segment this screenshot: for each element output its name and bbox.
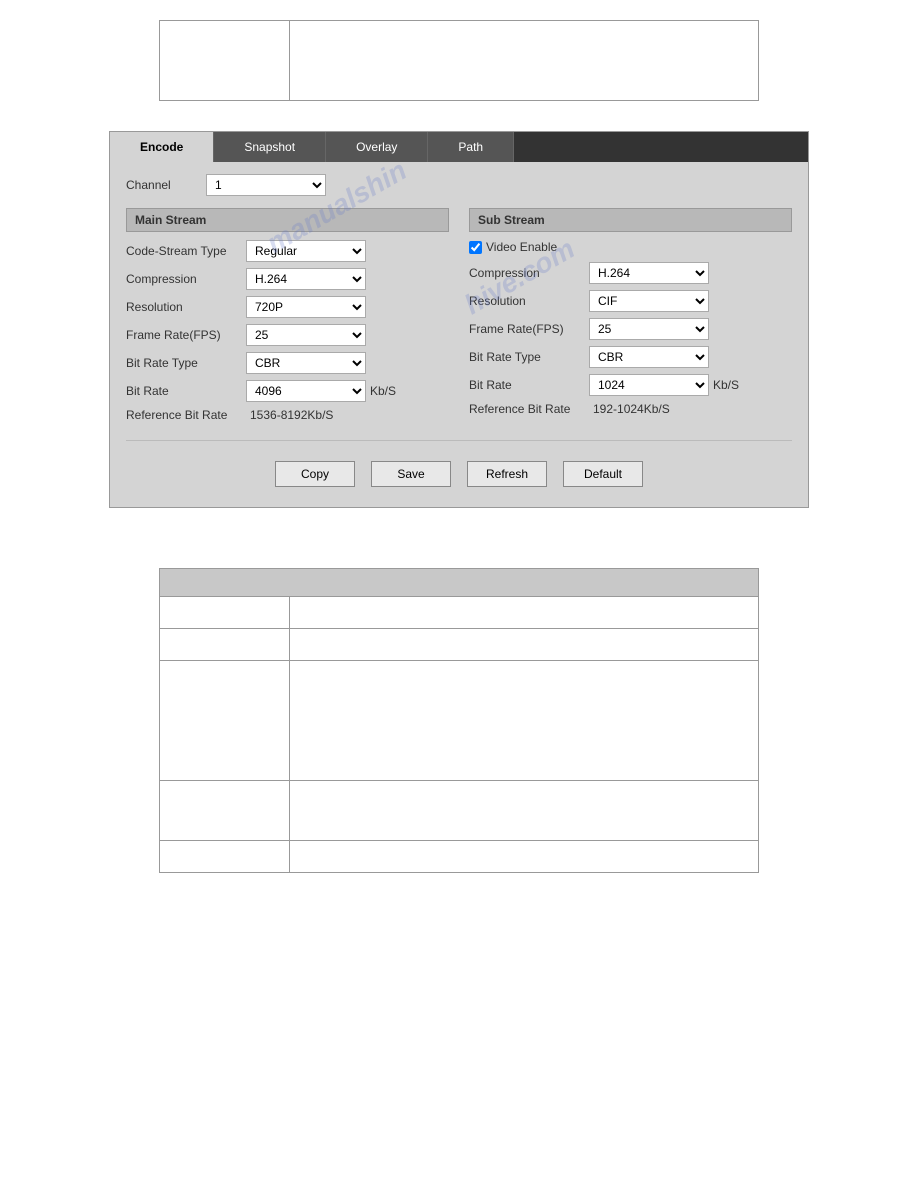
main-compression-label: Compression — [126, 272, 246, 286]
video-enable-label: Video Enable — [486, 240, 557, 254]
panel-body: Channel 1 Main Stream Code-Stream Type R… — [110, 162, 808, 507]
sub-ref-bitrate-value: 192-1024Kb/S — [593, 402, 670, 416]
bottom-row4-col2 — [290, 781, 759, 841]
bottom-row2-col1 — [160, 629, 290, 661]
sub-compression-row: Compression H.264 — [469, 262, 792, 284]
channel-label: Channel — [126, 178, 206, 192]
sub-bitrate-row: Bit Rate 1024 Kb/S — [469, 374, 792, 396]
bottom-row1-col1 — [160, 597, 290, 629]
sub-bitrate-select[interactable]: 1024 — [589, 374, 709, 396]
bottom-row5-col2 — [290, 841, 759, 873]
sub-compression-select[interactable]: H.264 — [589, 262, 709, 284]
sub-stream-section: Sub Stream Video Enable Compression H.26… — [469, 208, 792, 428]
bottom-row4-col1 — [160, 781, 290, 841]
main-bitrate-label: Bit Rate — [126, 384, 246, 398]
tab-encode[interactable]: Encode — [110, 132, 214, 162]
main-bitrate-select[interactable]: 4096 — [246, 380, 366, 402]
main-bitrate-row: Bit Rate 4096 Kb/S — [126, 380, 449, 402]
sub-framerate-label: Frame Rate(FPS) — [469, 322, 589, 336]
main-compression-select[interactable]: H.264 — [246, 268, 366, 290]
bottom-row1-col2 — [290, 597, 759, 629]
sub-bitrate-type-select[interactable]: CBR — [589, 346, 709, 368]
main-ref-bitrate-value: 1536-8192Kb/S — [250, 408, 333, 422]
refresh-button[interactable]: Refresh — [467, 461, 547, 487]
copy-button[interactable]: Copy — [275, 461, 355, 487]
main-stream-header: Main Stream — [126, 208, 449, 232]
sub-stream-header: Sub Stream — [469, 208, 792, 232]
main-stream-section: Main Stream Code-Stream Type Regular Com… — [126, 208, 449, 428]
sub-bitrate-type-label: Bit Rate Type — [469, 350, 589, 364]
video-enable-checkbox[interactable] — [469, 241, 482, 254]
video-enable-row: Video Enable — [469, 240, 792, 254]
sub-framerate-select[interactable]: 25 — [589, 318, 709, 340]
main-bitrate-type-select[interactable]: CBR — [246, 352, 366, 374]
main-framerate-select[interactable]: 25 — [246, 324, 366, 346]
channel-row: Channel 1 — [126, 174, 792, 196]
encode-panel-wrapper: manualshin hive.com Encode Snapshot Over… — [109, 131, 809, 538]
sub-bitrate-label: Bit Rate — [469, 378, 589, 392]
tabs-container: Encode Snapshot Overlay Path — [110, 132, 808, 162]
sub-framerate-row: Frame Rate(FPS) 25 — [469, 318, 792, 340]
tab-overlay[interactable]: Overlay — [326, 132, 428, 162]
main-bitrate-type-label: Bit Rate Type — [126, 356, 246, 370]
main-resolution-select[interactable]: 720P — [246, 296, 366, 318]
sub-ref-bitrate-label: Reference Bit Rate — [469, 402, 589, 416]
main-framerate-row: Frame Rate(FPS) 25 — [126, 324, 449, 346]
sub-resolution-row: Resolution CIF — [469, 290, 792, 312]
top-table-cell2 — [290, 21, 759, 101]
main-resolution-label: Resolution — [126, 300, 246, 314]
main-ref-bitrate-label: Reference Bit Rate — [126, 408, 246, 422]
main-code-stream-type-row: Code-Stream Type Regular — [126, 240, 449, 262]
main-framerate-label: Frame Rate(FPS) — [126, 328, 246, 342]
sub-resolution-label: Resolution — [469, 294, 589, 308]
default-button[interactable]: Default — [563, 461, 643, 487]
panel-divider — [126, 440, 792, 441]
tab-snapshot[interactable]: Snapshot — [214, 132, 326, 162]
main-code-stream-type-label: Code-Stream Type — [126, 244, 246, 258]
save-button[interactable]: Save — [371, 461, 451, 487]
sub-bitrate-unit: Kb/S — [713, 378, 739, 392]
main-code-stream-type-select[interactable]: Regular — [246, 240, 366, 262]
bottom-row5-col1 — [160, 841, 290, 873]
bottom-row3-col1 — [160, 661, 290, 781]
main-bitrate-unit: Kb/S — [370, 384, 396, 398]
tab-path[interactable]: Path — [428, 132, 514, 162]
bottom-table-header — [160, 569, 759, 597]
sub-compression-label: Compression — [469, 266, 589, 280]
main-ref-bitrate-row: Reference Bit Rate 1536-8192Kb/S — [126, 408, 449, 422]
sub-ref-bitrate-row: Reference Bit Rate 192-1024Kb/S — [469, 402, 792, 416]
sub-bitrate-type-row: Bit Rate Type CBR — [469, 346, 792, 368]
sub-resolution-select[interactable]: CIF — [589, 290, 709, 312]
bottom-table — [159, 568, 759, 873]
channel-select[interactable]: 1 — [206, 174, 326, 196]
top-table — [159, 20, 759, 101]
main-compression-row: Compression H.264 — [126, 268, 449, 290]
top-table-cell1 — [160, 21, 290, 101]
bottom-row3-col2 — [290, 661, 759, 781]
main-resolution-row: Resolution 720P — [126, 296, 449, 318]
bottom-row2-col2 — [290, 629, 759, 661]
encode-panel: Encode Snapshot Overlay Path Channel 1 M… — [109, 131, 809, 508]
main-bitrate-type-row: Bit Rate Type CBR — [126, 352, 449, 374]
buttons-row: Copy Save Refresh Default — [126, 453, 792, 495]
streams-container: Main Stream Code-Stream Type Regular Com… — [126, 208, 792, 428]
